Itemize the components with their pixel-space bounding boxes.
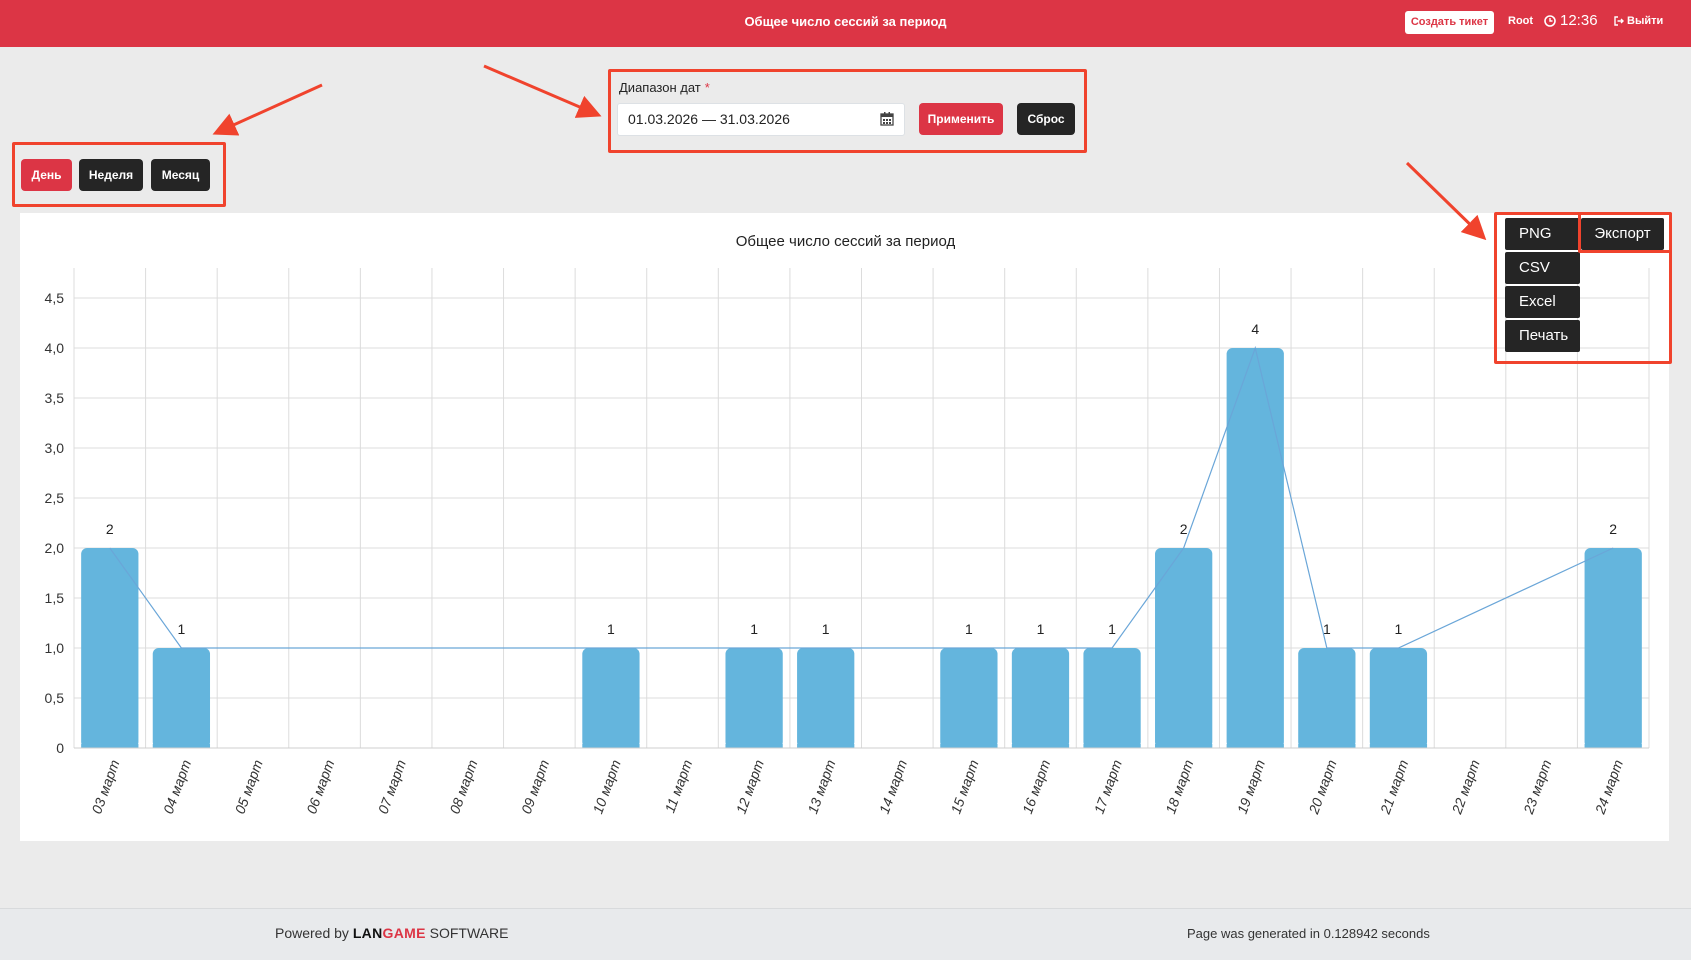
bar-base	[940, 744, 998, 748]
y-tick-label: 2,5	[45, 490, 65, 506]
bar-base	[1369, 744, 1428, 748]
y-tick-label: 1,0	[45, 640, 65, 656]
bar-base	[1155, 744, 1213, 748]
x-tick-label: 22 март	[1448, 757, 1483, 817]
data-label: 1	[822, 621, 830, 637]
data-label: 1	[607, 621, 615, 637]
bar	[152, 648, 211, 748]
data-label: 2	[106, 521, 114, 537]
bar	[1226, 348, 1284, 748]
export-button-highlight-box	[1578, 212, 1672, 253]
x-tick-label: 12 март	[733, 757, 767, 816]
y-tick-label: 3,5	[45, 390, 65, 406]
x-tick-label: 05 март	[232, 757, 266, 816]
x-tick-label: 16 март	[1019, 757, 1053, 816]
x-tick-label: 15 март	[947, 757, 981, 816]
bar	[1369, 648, 1428, 748]
x-tick-label: 11 март	[661, 757, 695, 815]
footer: Powered by LANGAME SOFTWARE Page was gen…	[0, 908, 1691, 960]
bar	[1298, 648, 1356, 748]
x-tick-label: 07 март	[375, 757, 409, 816]
data-label: 1	[965, 621, 973, 637]
brand-logo: LANGAME	[353, 925, 426, 941]
y-tick-label: 4,0	[45, 340, 65, 356]
bar	[940, 648, 998, 748]
data-label: 1	[177, 621, 185, 637]
period-highlight-box	[12, 142, 226, 207]
x-tick-label: 21 март	[1377, 757, 1412, 817]
bar-base	[1226, 744, 1284, 748]
bar	[1011, 648, 1070, 748]
bar-base	[1083, 744, 1141, 748]
brand-game: GAME	[382, 925, 426, 941]
x-tick-label: 13 март	[804, 757, 838, 816]
data-label: 1	[1108, 621, 1116, 637]
data-label: 1	[1395, 621, 1403, 637]
bar	[1155, 548, 1213, 748]
x-tick-label: 08 март	[446, 757, 480, 816]
data-label: 1	[750, 621, 758, 637]
bar-base	[1011, 744, 1070, 748]
bar-base	[152, 744, 211, 748]
bar	[1584, 548, 1642, 748]
x-tick-label: 03 март	[88, 757, 122, 816]
y-tick-label: 0,5	[45, 690, 65, 706]
x-tick-label: 06 март	[303, 757, 337, 816]
data-label: 2	[1609, 521, 1617, 537]
x-tick-label: 04 март	[160, 757, 194, 816]
x-tick-label: 19 март	[1234, 757, 1268, 816]
y-tick-label: 4,5	[45, 290, 65, 306]
powered-by-text: Powered by	[275, 925, 349, 941]
data-label: 1	[1037, 621, 1045, 637]
x-tick-label: 09 март	[518, 757, 552, 816]
bar	[81, 548, 139, 748]
x-tick-label: 14 март	[876, 757, 910, 816]
x-tick-label: 18 март	[1162, 757, 1196, 816]
bar	[1083, 648, 1141, 748]
y-tick-label: 3,0	[45, 440, 65, 456]
data-label: 4	[1251, 321, 1259, 337]
date-highlight-box	[608, 69, 1087, 153]
bar-base	[725, 744, 783, 748]
bar	[725, 648, 783, 748]
bar	[582, 648, 640, 748]
powered-by: Powered by LANGAME SOFTWARE	[275, 925, 508, 941]
y-tick-label: 1,5	[45, 590, 65, 606]
bar-base	[582, 744, 640, 748]
bar	[797, 648, 855, 748]
brand-software: SOFTWARE	[429, 925, 509, 941]
x-tick-label: 24 март	[1591, 757, 1626, 817]
x-tick-label: 23 март	[1520, 757, 1555, 817]
brand-lan: LAN	[352, 925, 383, 941]
y-tick-label: 0	[56, 740, 64, 756]
data-label: 2	[1180, 521, 1188, 537]
x-tick-label: 10 март	[589, 757, 623, 816]
bar-base	[1584, 744, 1642, 748]
generation-time: Page was generated in 0.128942 seconds	[1187, 926, 1430, 941]
x-tick-label: 17 март	[1091, 757, 1125, 816]
x-tick-label: 20 март	[1305, 757, 1340, 817]
bar-base	[1298, 744, 1356, 748]
y-tick-label: 2,0	[45, 540, 65, 556]
bar-base	[81, 744, 139, 748]
bar-base	[797, 744, 855, 748]
